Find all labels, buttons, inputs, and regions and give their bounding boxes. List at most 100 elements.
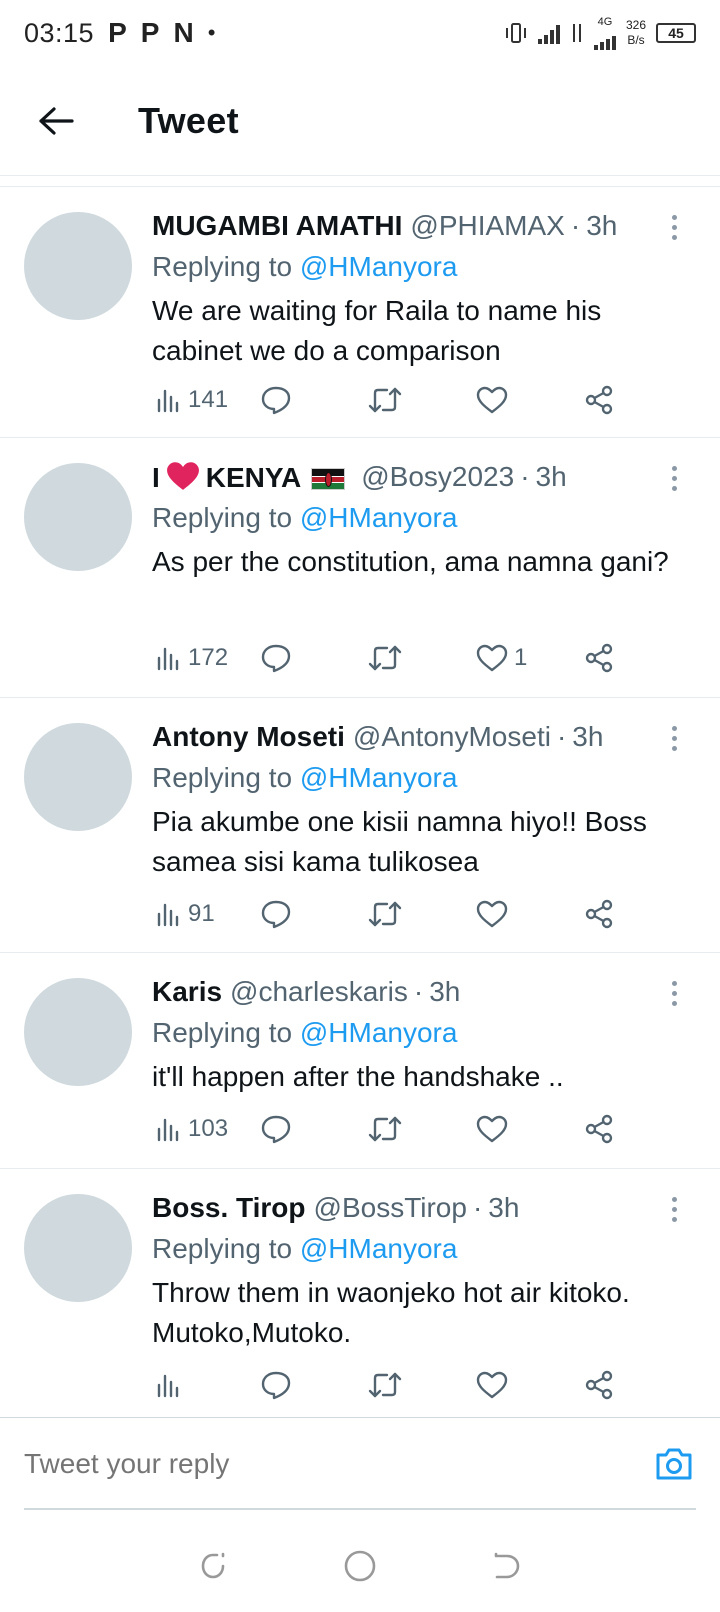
tweet-text: As per the constitution, ama namna gani?: [152, 546, 669, 577]
reply-button[interactable]: [260, 1370, 292, 1400]
retweet-button[interactable]: [368, 901, 402, 927]
author-handle[interactable]: @PHIAMAX: [410, 210, 564, 242]
avatar[interactable]: [24, 723, 132, 831]
more-button[interactable]: [662, 458, 686, 498]
retweet-button[interactable]: [368, 387, 402, 413]
retweet-button[interactable]: [368, 645, 402, 671]
avatar[interactable]: [24, 212, 132, 320]
mention-link[interactable]: @HManyora: [300, 1017, 458, 1048]
retweet-button[interactable]: [368, 1116, 402, 1142]
tweet[interactable]: I KENYA @Bosy2023 · 3h Replying to @HMany…: [0, 438, 720, 698]
timestamp[interactable]: 3h: [536, 461, 567, 493]
retweet-button[interactable]: [368, 1372, 402, 1398]
views-button[interactable]: [156, 1372, 182, 1398]
avatar[interactable]: [24, 1194, 132, 1302]
author-handle[interactable]: @charleskaris: [230, 976, 408, 1008]
home-button[interactable]: [336, 1542, 384, 1590]
author-name-part2: KENYA: [205, 461, 302, 493]
mention-link[interactable]: @HManyora: [300, 1233, 458, 1264]
reply-button[interactable]: [260, 385, 292, 415]
signal-4g: 4G: [593, 16, 616, 50]
tweet[interactable]: MUGAMBI AMATHI @PHIAMAX · 3h Replying to…: [0, 187, 720, 438]
like-button[interactable]: [476, 1115, 514, 1143]
more-button[interactable]: [662, 207, 686, 247]
avatar[interactable]: [24, 463, 132, 571]
mention-link[interactable]: @HManyora: [300, 762, 458, 793]
like-button[interactable]: [476, 1371, 508, 1399]
timestamp[interactable]: 3h: [586, 210, 617, 242]
back-nav-button[interactable]: [483, 1542, 531, 1590]
reply-input[interactable]: [24, 1447, 652, 1480]
tweet-text: it'll happen after the handshake ..: [152, 1061, 564, 1092]
separator: ·: [570, 210, 581, 241]
share-button[interactable]: [584, 643, 614, 673]
like-button[interactable]: [476, 386, 514, 414]
share-button[interactable]: [584, 385, 614, 415]
timestamp[interactable]: 3h: [572, 721, 603, 753]
views-button[interactable]: 91: [156, 900, 215, 928]
share-button[interactable]: [584, 1114, 614, 1144]
tweet-actions: 141: [152, 380, 632, 420]
network-speed-unit: B/s: [627, 33, 645, 47]
author-handle[interactable]: @BossTirop: [314, 1192, 467, 1224]
author-handle[interactable]: @Bosy2023: [361, 461, 514, 493]
reply-button[interactable]: [260, 643, 292, 673]
author-name[interactable]: MUGAMBI AMATHI: [152, 210, 402, 242]
views-button[interactable]: 141: [156, 386, 228, 414]
tweet[interactable]: Karis @charleskaris · 3h Replying to @HM…: [0, 953, 720, 1169]
more-button[interactable]: [662, 1189, 686, 1229]
replying-to: Replying to @HManyora: [152, 1229, 696, 1269]
arrow-left-icon: [39, 106, 74, 135]
like-button[interactable]: 1: [476, 644, 527, 672]
timestamp[interactable]: 3h: [488, 1192, 519, 1224]
tweet-header: MUGAMBI AMATHI @PHIAMAX · 3h: [152, 205, 696, 247]
system-nav-bar: [0, 1520, 720, 1612]
share-icon: [585, 899, 613, 929]
views-button[interactable]: 172: [156, 644, 228, 672]
share-button[interactable]: [584, 1370, 614, 1400]
replies-feed[interactable]: MUGAMBI AMATHI @PHIAMAX · 3h Replying to…: [0, 187, 720, 1417]
timestamp[interactable]: 3h: [429, 976, 460, 1008]
more-vertical-icon: [671, 465, 677, 471]
mention-link[interactable]: @HManyora: [300, 251, 458, 282]
avatar[interactable]: [24, 978, 132, 1086]
tweet-body: MUGAMBI AMATHI @PHIAMAX · 3h Replying to…: [152, 205, 696, 371]
back-button[interactable]: [26, 91, 86, 151]
page-title: Tweet: [138, 99, 239, 141]
more-button[interactable]: [662, 718, 686, 758]
network-type: 4G: [597, 16, 613, 28]
share-button[interactable]: [584, 899, 614, 929]
author-name[interactable]: I KENYA: [152, 461, 353, 494]
views-count: 172: [188, 644, 229, 671]
replying-to: Replying to @HManyora: [152, 758, 696, 798]
reply-button[interactable]: [260, 1114, 292, 1144]
camera-button[interactable]: [652, 1442, 696, 1486]
tweet-body: Karis @charleskaris · 3h Replying to @HM…: [152, 971, 696, 1097]
like-button[interactable]: [476, 900, 514, 928]
author-name-part1: I: [152, 461, 160, 493]
author-name[interactable]: Boss. Tirop: [152, 1192, 306, 1224]
camera-icon: [656, 1448, 692, 1479]
network-speed-value: 326: [625, 18, 646, 32]
tweet[interactable]: Antony Moseti @AntonyMoseti · 3h Replyin…: [0, 698, 720, 953]
author-handle[interactable]: @AntonyMoseti: [353, 721, 551, 753]
author-name[interactable]: Karis: [152, 976, 222, 1008]
recents-button[interactable]: [189, 1542, 237, 1590]
tweet[interactable]: Boss. Tirop @BossTirop · 3h Replying to …: [0, 1169, 720, 1417]
more-button[interactable]: [662, 973, 686, 1013]
author-name[interactable]: Antony Moseti: [152, 721, 345, 753]
tweet-actions: [152, 1365, 632, 1405]
replying-prefix: Replying to: [152, 251, 293, 282]
tweet-actions: 103: [152, 1109, 632, 1149]
views-button[interactable]: 103: [156, 1115, 228, 1143]
reply-bar: [0, 1417, 720, 1509]
reply-button[interactable]: [260, 899, 292, 929]
tweet-body: Boss. Tirop @BossTirop · 3h Replying to …: [152, 1187, 696, 1353]
status-bar: 03:15 P P N • 4G 326 B/s 45: [0, 0, 720, 66]
heart-icon: [476, 1371, 508, 1399]
heart-icon: [476, 900, 508, 928]
tweet-body: Antony Moseti @AntonyMoseti · 3h Replyin…: [152, 716, 696, 882]
mention-link[interactable]: @HManyora: [300, 502, 458, 533]
header: Tweet: [0, 66, 720, 176]
share-icon: [585, 1370, 613, 1400]
